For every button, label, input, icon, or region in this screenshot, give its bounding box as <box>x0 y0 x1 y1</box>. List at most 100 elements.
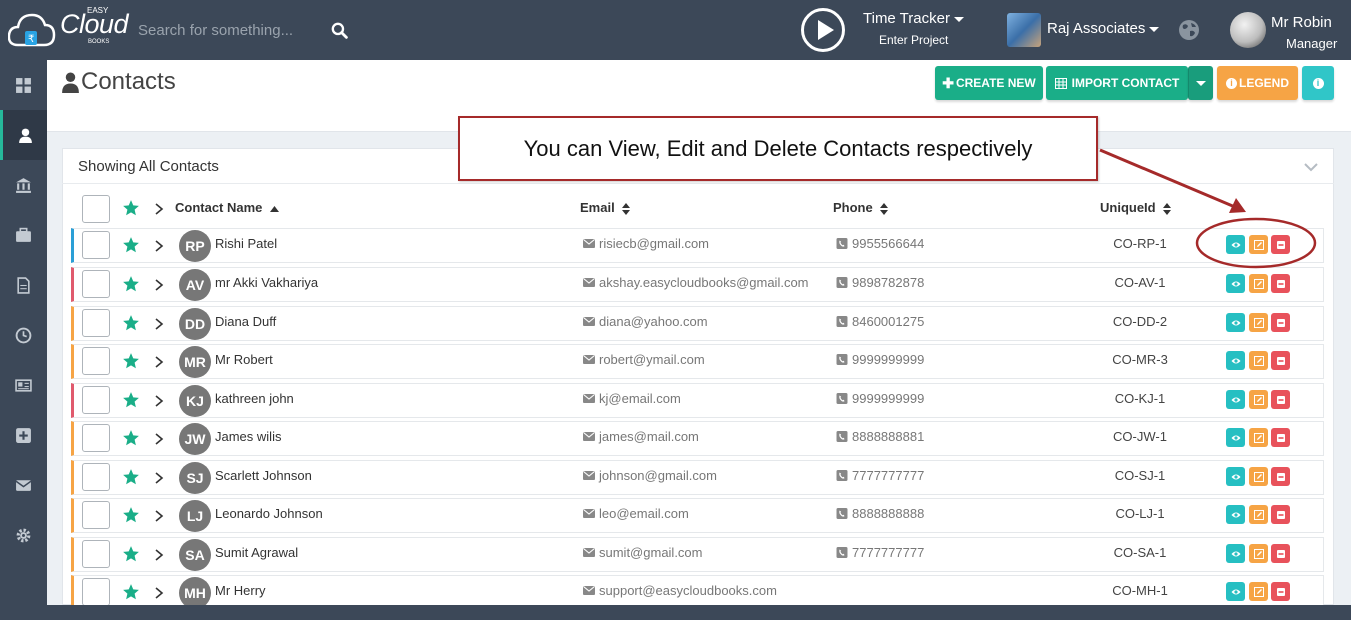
row-checkbox[interactable] <box>82 231 110 259</box>
chevron-right-icon[interactable] <box>154 318 164 330</box>
row-checkbox[interactable] <box>82 309 110 337</box>
sidebar-item-contacts[interactable] <box>0 110 47 160</box>
column-header-email[interactable]: Email <box>580 200 631 215</box>
contact-name[interactable]: Rishi Patel <box>215 236 277 251</box>
sidebar-item-reports[interactable] <box>0 360 47 410</box>
delete-button[interactable] <box>1271 274 1290 293</box>
contact-name[interactable]: kathreen john <box>215 391 294 406</box>
view-button[interactable] <box>1226 390 1245 409</box>
contact-name[interactable]: Leonardo Johnson <box>215 506 323 521</box>
chevron-right-icon[interactable] <box>154 279 164 291</box>
star-icon[interactable] <box>122 314 140 332</box>
star-icon[interactable] <box>122 236 140 254</box>
chevron-right-icon[interactable] <box>154 395 164 407</box>
row-checkbox[interactable] <box>82 501 110 529</box>
chevron-right-icon[interactable] <box>154 203 164 215</box>
chevron-right-icon[interactable] <box>154 510 164 522</box>
view-button[interactable] <box>1226 274 1245 293</box>
edit-button[interactable] <box>1249 235 1268 254</box>
column-header-name[interactable]: Contact Name <box>175 200 280 215</box>
star-icon[interactable] <box>122 545 140 563</box>
user-avatar[interactable] <box>1230 12 1266 48</box>
search-input[interactable] <box>130 14 355 46</box>
delete-button[interactable] <box>1271 313 1290 332</box>
view-button[interactable] <box>1226 313 1245 332</box>
view-button[interactable] <box>1226 505 1245 524</box>
delete-button[interactable] <box>1271 390 1290 409</box>
sidebar-item-mail[interactable] <box>0 460 47 510</box>
contact-name[interactable]: Mr Herry <box>215 583 266 598</box>
time-tracker-dropdown[interactable]: Time Tracker <box>863 10 964 27</box>
import-contact-button[interactable]: IMPORT CONTACT <box>1046 66 1188 100</box>
edit-button[interactable] <box>1249 390 1268 409</box>
delete-button[interactable] <box>1271 505 1290 524</box>
row-checkbox[interactable] <box>82 270 110 298</box>
user-name[interactable]: Mr Robin <box>1271 14 1332 31</box>
contact-name[interactable]: James wilis <box>215 429 281 444</box>
info-button[interactable]: i <box>1302 66 1334 100</box>
app-logo[interactable]: ₹ EASY Cloud BOOKS <box>8 5 129 53</box>
chevron-down-icon[interactable] <box>1304 162 1318 172</box>
edit-button[interactable] <box>1249 428 1268 447</box>
chevron-right-icon[interactable] <box>154 549 164 561</box>
view-button[interactable] <box>1226 351 1245 370</box>
view-button[interactable] <box>1226 428 1245 447</box>
star-icon[interactable] <box>122 391 140 409</box>
edit-button[interactable] <box>1249 582 1268 601</box>
view-button[interactable] <box>1226 582 1245 601</box>
sidebar-item-briefcase[interactable] <box>0 210 47 260</box>
enter-project-link[interactable]: Enter Project <box>879 33 948 47</box>
chevron-right-icon[interactable] <box>154 472 164 484</box>
play-timer-icon[interactable] <box>801 8 845 52</box>
row-checkbox[interactable] <box>82 386 110 414</box>
sidebar-item-add[interactable] <box>0 410 47 460</box>
chevron-right-icon[interactable] <box>154 356 164 368</box>
contact-name[interactable]: Diana Duff <box>215 314 276 329</box>
sidebar-item-documents[interactable] <box>0 260 47 310</box>
create-new-button[interactable]: ✚ CREATE NEW <box>935 66 1043 100</box>
row-checkbox[interactable] <box>82 578 110 606</box>
edit-button[interactable] <box>1249 544 1268 563</box>
delete-button[interactable] <box>1271 544 1290 563</box>
chevron-right-icon[interactable] <box>154 587 164 599</box>
edit-button[interactable] <box>1249 351 1268 370</box>
company-dropdown[interactable]: Raj Associates <box>1047 20 1160 37</box>
delete-button[interactable] <box>1271 428 1290 447</box>
row-checkbox[interactable] <box>82 540 110 568</box>
row-checkbox[interactable] <box>82 347 110 375</box>
delete-button[interactable] <box>1271 582 1290 601</box>
edit-button[interactable] <box>1249 274 1268 293</box>
view-button[interactable] <box>1226 235 1245 254</box>
row-checkbox[interactable] <box>82 424 110 452</box>
search-icon[interactable] <box>331 22 348 39</box>
contact-name[interactable]: Scarlett Johnson <box>215 468 312 483</box>
star-icon[interactable] <box>122 468 140 486</box>
sidebar-item-settings[interactable] <box>0 510 47 560</box>
star-icon[interactable] <box>122 352 140 370</box>
contact-name[interactable]: Mr Robert <box>215 352 273 367</box>
view-button[interactable] <box>1226 467 1245 486</box>
star-icon[interactable] <box>122 429 140 447</box>
star-icon[interactable] <box>122 506 140 524</box>
contact-name[interactable]: mr Akki Vakhariya <box>215 275 318 290</box>
star-icon[interactable] <box>122 275 140 293</box>
view-button[interactable] <box>1226 544 1245 563</box>
edit-button[interactable] <box>1249 313 1268 332</box>
import-dropdown-button[interactable] <box>1188 66 1213 100</box>
contact-name[interactable]: Sumit Agrawal <box>215 545 298 560</box>
select-all-checkbox[interactable] <box>82 195 110 223</box>
globe-icon[interactable] <box>1178 19 1200 41</box>
column-header-uid[interactable]: UniqueId <box>1100 200 1172 215</box>
chevron-right-icon[interactable] <box>154 240 164 252</box>
delete-button[interactable] <box>1271 467 1290 486</box>
delete-button[interactable] <box>1271 235 1290 254</box>
row-checkbox[interactable] <box>82 463 110 491</box>
sidebar-item-dashboard[interactable] <box>0 60 47 110</box>
star-icon[interactable] <box>122 583 140 601</box>
delete-button[interactable] <box>1271 351 1290 370</box>
legend-button[interactable]: i LEGEND <box>1217 66 1298 100</box>
sidebar-item-bank[interactable] <box>0 160 47 210</box>
chevron-right-icon[interactable] <box>154 433 164 445</box>
star-icon[interactable] <box>122 199 140 217</box>
edit-button[interactable] <box>1249 467 1268 486</box>
